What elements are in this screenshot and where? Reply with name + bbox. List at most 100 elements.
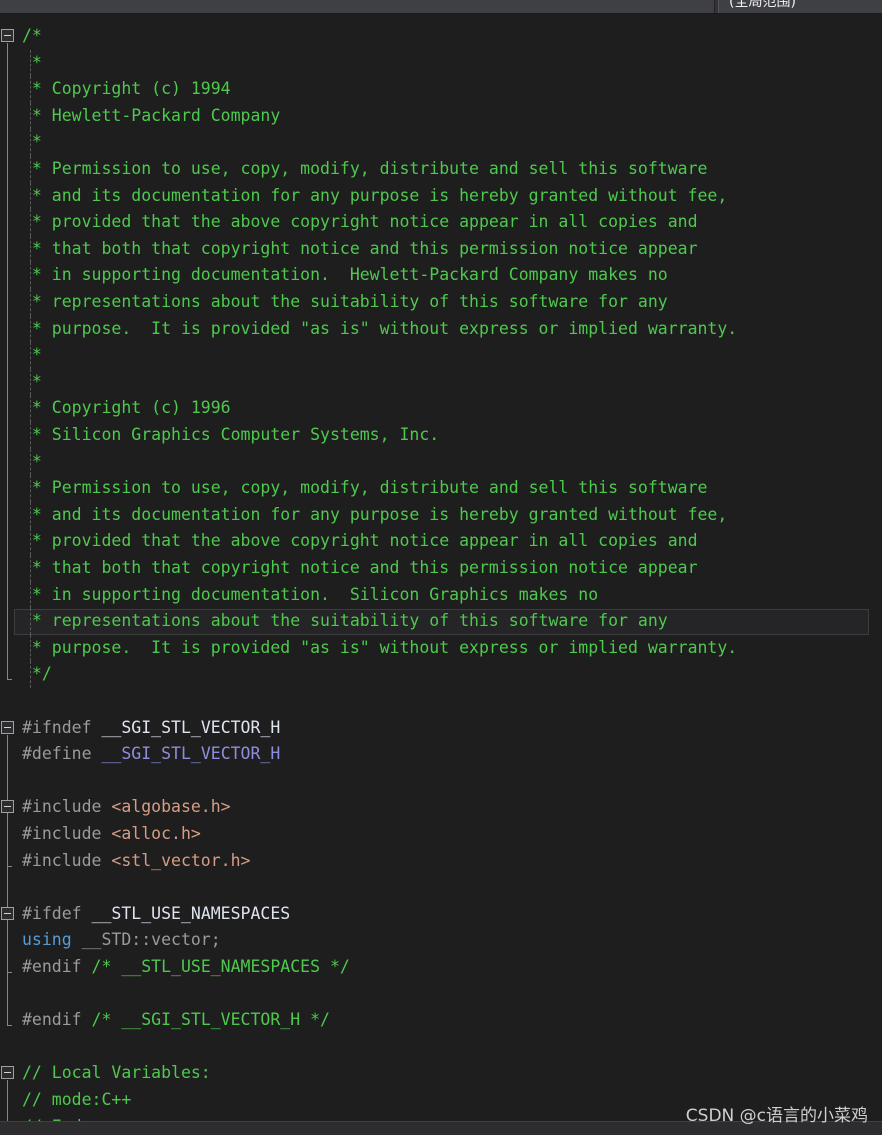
code-token-pre: #include [22,824,111,843]
code-token-comment: * Copyright (c) 1994 [22,79,231,98]
code-token-comment: * Permission to use, copy, modify, distr… [22,478,707,497]
fold-toggle-ifdef-namespaces[interactable] [1,907,14,920]
code-token-comment: * Permission to use, copy, modify, distr… [22,159,707,178]
code-token-comment: * representations about the suitability … [22,611,668,630]
code-line[interactable]: * in supporting documentation. Silicon G… [22,582,598,609]
indent-guide [30,342,31,369]
code-token-comment: * [22,372,42,391]
fold-region-line [7,735,8,1026]
navbar-scope-dropdown[interactable]: (全局范围) [718,0,882,13]
fold-region-end-marker [7,679,12,680]
fold-toggle-include-group[interactable] [1,800,14,813]
code-token-macro-def: __STL_USE_NAMESPACES [92,904,291,923]
fold-region-line [7,43,8,679]
navbar-scope-label: (全局范围) [729,0,796,11]
indent-guide [30,76,31,103]
indent-guide [30,103,31,130]
code-line[interactable]: #include <algobase.h> [22,794,231,821]
code-line[interactable]: * purpose. It is provided "as is" withou… [22,635,737,662]
indent-guide [30,635,31,662]
code-token-pre: #ifdef [22,904,92,923]
indent-guide [30,316,31,343]
code-line[interactable]: #include <alloc.h> [22,821,201,848]
fold-region-line [7,921,8,972]
code-line[interactable]: * representations about the suitability … [22,608,668,635]
code-token-comment: * in supporting documentation. Hewlett-P… [22,265,668,284]
code-token-macro-def: __SGI_STL_VECTOR_H [101,718,280,737]
fold-region-end-marker [7,1025,12,1026]
code-line[interactable]: * provided that the above copyright noti… [22,528,698,555]
code-line[interactable]: /* [22,23,42,50]
code-line[interactable]: * Silicon Graphics Computer Systems, Inc… [22,422,439,449]
indent-guide [30,422,31,449]
navbar-member-dropdown[interactable] [0,0,715,13]
code-token-comment: */ [22,664,52,683]
code-line[interactable]: // mode:C++ [22,1087,131,1114]
code-token-comment: * provided that the above copyright noti… [22,531,698,550]
code-line[interactable]: // End: [22,1114,92,1121]
code-line[interactable]: #define __SGI_STL_VECTOR_H [22,741,280,768]
code-line[interactable]: * in supporting documentation. Hewlett-P… [22,262,668,289]
code-line[interactable]: * Permission to use, copy, modify, distr… [22,475,707,502]
code-line[interactable]: using __STD::vector; [22,927,221,954]
fold-region-end-marker [7,972,12,973]
fold-toggle-ifndef-guard[interactable] [1,721,14,734]
code-token-header: <alloc.h> [111,824,200,843]
code-line[interactable]: * [22,129,42,156]
code-line[interactable]: * that both that copyright notice and th… [22,555,698,582]
code-token-comment: * provided that the above copyright noti… [22,212,698,231]
code-line[interactable]: // Local Variables: [22,1060,211,1087]
code-editor[interactable]: /* * * Copyright (c) 1994 * Hewlett-Pack… [0,14,882,1121]
indent-guide [30,608,31,635]
code-line[interactable]: * representations about the suitability … [22,289,668,316]
code-line[interactable]: * Hewlett-Packard Company [22,103,280,130]
code-line[interactable]: * [22,342,42,369]
code-line[interactable]: #include <stl_vector.h> [22,848,250,875]
indent-guide [30,449,31,476]
code-token-plain: __STD::vector; [72,930,221,949]
code-line[interactable]: * and its documentation for any purpose … [22,183,727,210]
code-token-pre: #endif [22,1010,92,1029]
indent-guide [30,289,31,316]
code-token-comment: * that both that copyright notice and th… [22,558,698,577]
code-token-macro-use: __SGI_STL_VECTOR_H [101,744,280,763]
code-token-comment: * [22,345,42,364]
code-token-pre: #ifndef [22,718,101,737]
fold-region-end-marker [7,866,12,867]
code-line[interactable]: */ [22,661,52,688]
indent-guide [30,369,31,396]
code-line[interactable]: * purpose. It is provided "as is" withou… [22,316,737,343]
code-line[interactable]: * and its documentation for any purpose … [22,502,727,529]
code-line[interactable]: * [22,449,42,476]
code-line[interactable]: * Permission to use, copy, modify, distr… [22,156,707,183]
folding-margin[interactable] [0,14,22,1121]
code-token-pre: #define [22,744,101,763]
code-line[interactable]: #ifndef __SGI_STL_VECTOR_H [22,715,280,742]
code-line[interactable]: * Copyright (c) 1996 [22,395,231,422]
fold-toggle-block-comment[interactable] [1,29,14,42]
indent-guide [30,156,31,183]
code-line[interactable]: #endif /* __SGI_STL_VECTOR_H */ [22,1007,330,1034]
code-token-comment: * [22,53,42,72]
code-line[interactable]: * provided that the above copyright noti… [22,209,698,236]
code-token-comment: // Local Variables: [22,1063,211,1082]
code-token-comment: /* [22,26,42,45]
code-token-comment: * Silicon Graphics Computer Systems, Inc… [22,425,439,444]
code-line[interactable]: #endif /* __STL_USE_NAMESPACES */ [22,954,350,981]
fold-toggle-local-variables[interactable] [1,1066,14,1079]
indent-guide [30,129,31,156]
code-token-keyword: using [22,930,72,949]
code-token-comment: * purpose. It is provided "as is" withou… [22,638,737,657]
code-token-comment: /* __SGI_STL_VECTOR_H */ [92,1010,330,1029]
code-line[interactable]: * that both that copyright notice and th… [22,236,698,263]
code-line[interactable]: * [22,369,42,396]
code-line[interactable]: * [22,50,42,77]
indent-guide [30,50,31,77]
code-token-comment: * Hewlett-Packard Company [22,106,280,125]
code-line[interactable]: * Copyright (c) 1994 [22,76,231,103]
code-token-comment: * and its documentation for any purpose … [22,505,727,524]
indent-guide [30,475,31,502]
code-token-pre: #include [22,797,111,816]
fold-region-line [7,1080,8,1121]
code-line[interactable]: #ifdef __STL_USE_NAMESPACES [22,901,290,928]
